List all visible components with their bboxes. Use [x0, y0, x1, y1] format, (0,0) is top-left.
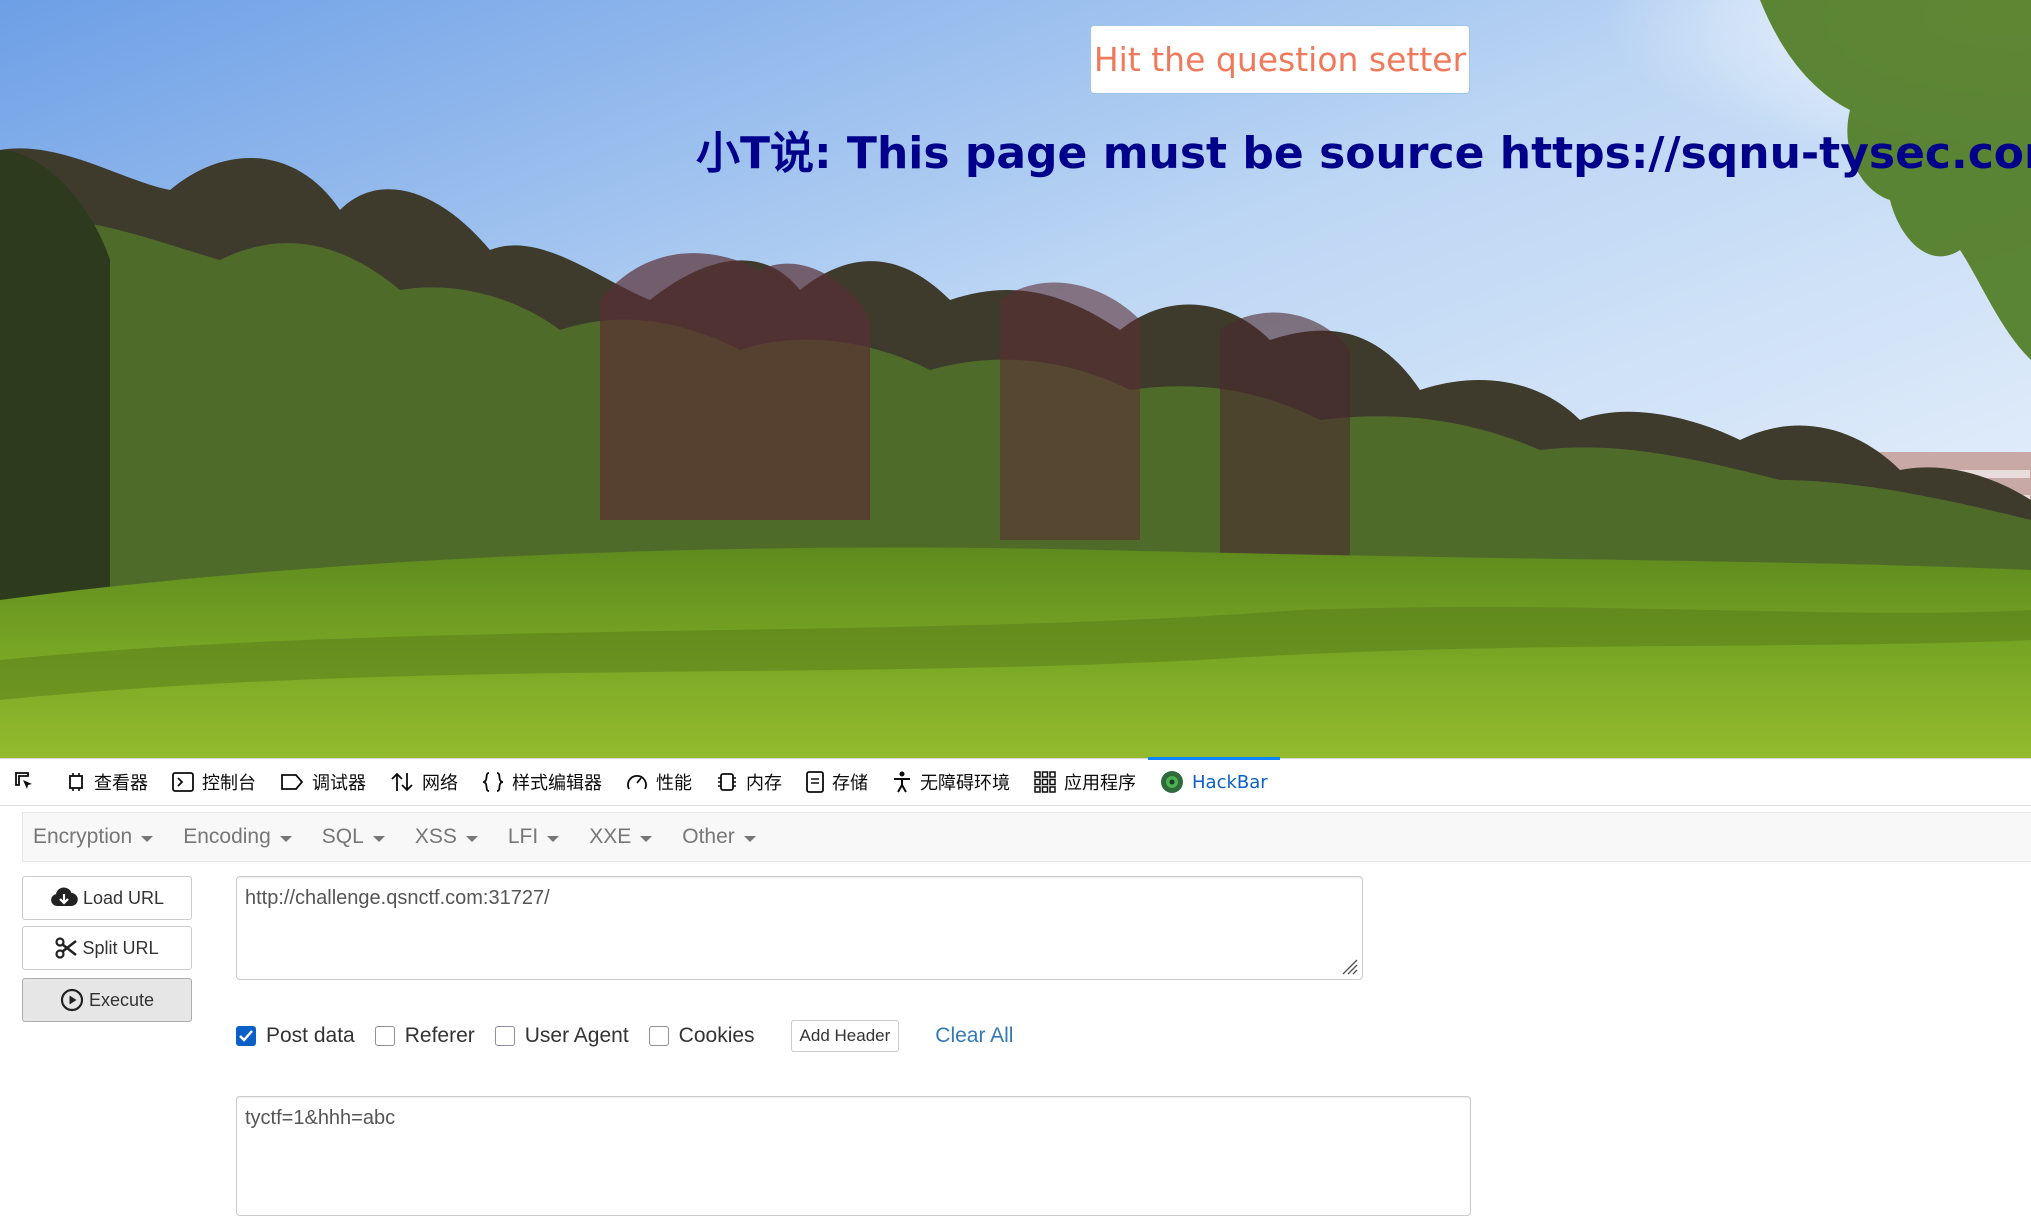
post-data-option[interactable]: Post data [236, 1024, 355, 1048]
devtools-toolbar: 查看器 控制台 调试器 网络 样式编辑器 性能 内存 存储 无障碍环境 应用程序… [0, 757, 2031, 806]
tab-application[interactable]: 应用程序 [1022, 758, 1148, 806]
tab-label: HackBar [1192, 771, 1268, 793]
tab-debugger[interactable]: 调试器 [268, 758, 378, 806]
cookies-label: Cookies [678, 1024, 755, 1047]
load-url-button[interactable]: Load URL [22, 876, 192, 920]
tab-label: 调试器 [312, 773, 366, 794]
execute-button[interactable]: Execute [22, 978, 192, 1022]
tab-performance[interactable]: 性能 [614, 758, 704, 806]
execute-label: Execute [88, 989, 155, 1010]
menu-lfi[interactable]: LFI [508, 825, 560, 849]
tab-inspector[interactable]: 查看器 [54, 758, 160, 806]
chevron-down-icon [372, 835, 385, 842]
tab-label: 内存 [746, 773, 782, 794]
hackbar-menu: Encryption Encoding SQL XSS LFI XXE Othe… [22, 812, 2031, 862]
cookies-checkbox[interactable] [648, 1026, 669, 1046]
console-icon [172, 772, 194, 792]
post-data-value: tyctf=1&hhh=abc [245, 1107, 396, 1129]
post-data-checkbox[interactable] [236, 1026, 256, 1046]
chevron-down-icon [640, 835, 653, 842]
play-circle-icon [60, 988, 84, 1012]
post-data-textarea[interactable]: tyctf=1&hhh=abc [236, 1096, 1471, 1216]
element-picker-icon[interactable] [8, 758, 42, 806]
split-url-button[interactable]: Split URL [22, 926, 192, 970]
tab-console[interactable]: 控制台 [160, 758, 268, 806]
tab-label: 网络 [422, 773, 458, 794]
inspector-icon [69, 773, 83, 791]
menu-sql[interactable]: SQL [322, 825, 385, 849]
check-icon [239, 1030, 253, 1042]
tab-label: 应用程序 [1064, 773, 1136, 794]
menu-other[interactable]: Other [682, 825, 756, 849]
hackbar-panel: Encryption Encoding SQL XSS LFI XXE Othe… [0, 806, 2031, 1216]
menu-xss[interactable]: XSS [415, 825, 478, 849]
cloud-download-icon [51, 887, 78, 907]
application-icon [1034, 771, 1056, 793]
tab-accessibility[interactable]: 无障碍环境 [880, 758, 1022, 806]
memory-icon [718, 773, 736, 791]
tab-style-editor[interactable]: 样式编辑器 [470, 758, 614, 806]
menu-encryption[interactable]: Encryption [33, 825, 154, 849]
url-textarea[interactable]: http://challenge.qsnctf.com:31727/ [236, 876, 1363, 980]
hackbar-icon [1161, 771, 1183, 793]
add-header-button[interactable]: Add Header [790, 1020, 900, 1052]
tab-label: 性能 [656, 773, 692, 794]
post-data-label: Post data [266, 1024, 355, 1047]
tab-hackbar[interactable]: HackBar [1148, 757, 1280, 806]
scissors-icon [55, 937, 78, 959]
tab-storage[interactable]: 存储 [794, 758, 880, 806]
chevron-down-icon [141, 835, 154, 842]
request-options: Post data Referer User Agent Cookies Add… [236, 1018, 1013, 1054]
accessibility-icon [894, 771, 910, 793]
clear-all-link[interactable]: Clear All [935, 1024, 1013, 1048]
debugger-icon [281, 774, 304, 790]
chevron-down-icon [743, 835, 756, 842]
url-value: http://challenge.qsnctf.com:31727/ [245, 887, 550, 909]
hit-question-setter-button[interactable]: Hit the question setter [1090, 25, 1470, 94]
chevron-down-icon [279, 835, 292, 842]
menu-encoding[interactable]: Encoding [183, 825, 292, 849]
chevron-down-icon [465, 835, 478, 842]
tab-memory[interactable]: 内存 [704, 758, 794, 806]
user-agent-label: User Agent [524, 1024, 629, 1047]
storage-icon [806, 771, 824, 793]
tab-label: 样式编辑器 [512, 773, 602, 794]
user-agent-option[interactable]: User Agent [494, 1024, 629, 1048]
style-editor-icon [482, 772, 504, 792]
user-agent-checkbox[interactable] [494, 1026, 515, 1046]
performance-icon [627, 775, 647, 790]
webpage: Hit the question setter 小T说: This page m… [0, 0, 2031, 758]
tab-network[interactable]: 网络 [378, 758, 470, 806]
cookies-option[interactable]: Cookies [648, 1024, 755, 1048]
referer-label: Referer [404, 1024, 475, 1047]
split-url-label: Split URL [82, 937, 159, 958]
load-url-label: Load URL [82, 887, 165, 908]
tab-label: 控制台 [202, 773, 256, 794]
page-headline: 小T说: This page must be source https://sq… [696, 128, 2031, 179]
chevron-down-icon [547, 835, 560, 842]
background-landscape-image [0, 0, 2031, 758]
resize-grip-icon[interactable] [1339, 956, 1359, 976]
tab-label: 查看器 [94, 773, 148, 794]
network-icon [391, 772, 413, 792]
tab-label: 存储 [832, 773, 868, 794]
menu-xxe[interactable]: XXE [589, 825, 653, 849]
referer-checkbox[interactable] [374, 1026, 395, 1046]
referer-option[interactable]: Referer [374, 1024, 475, 1048]
tab-label: 无障碍环境 [920, 773, 1010, 794]
